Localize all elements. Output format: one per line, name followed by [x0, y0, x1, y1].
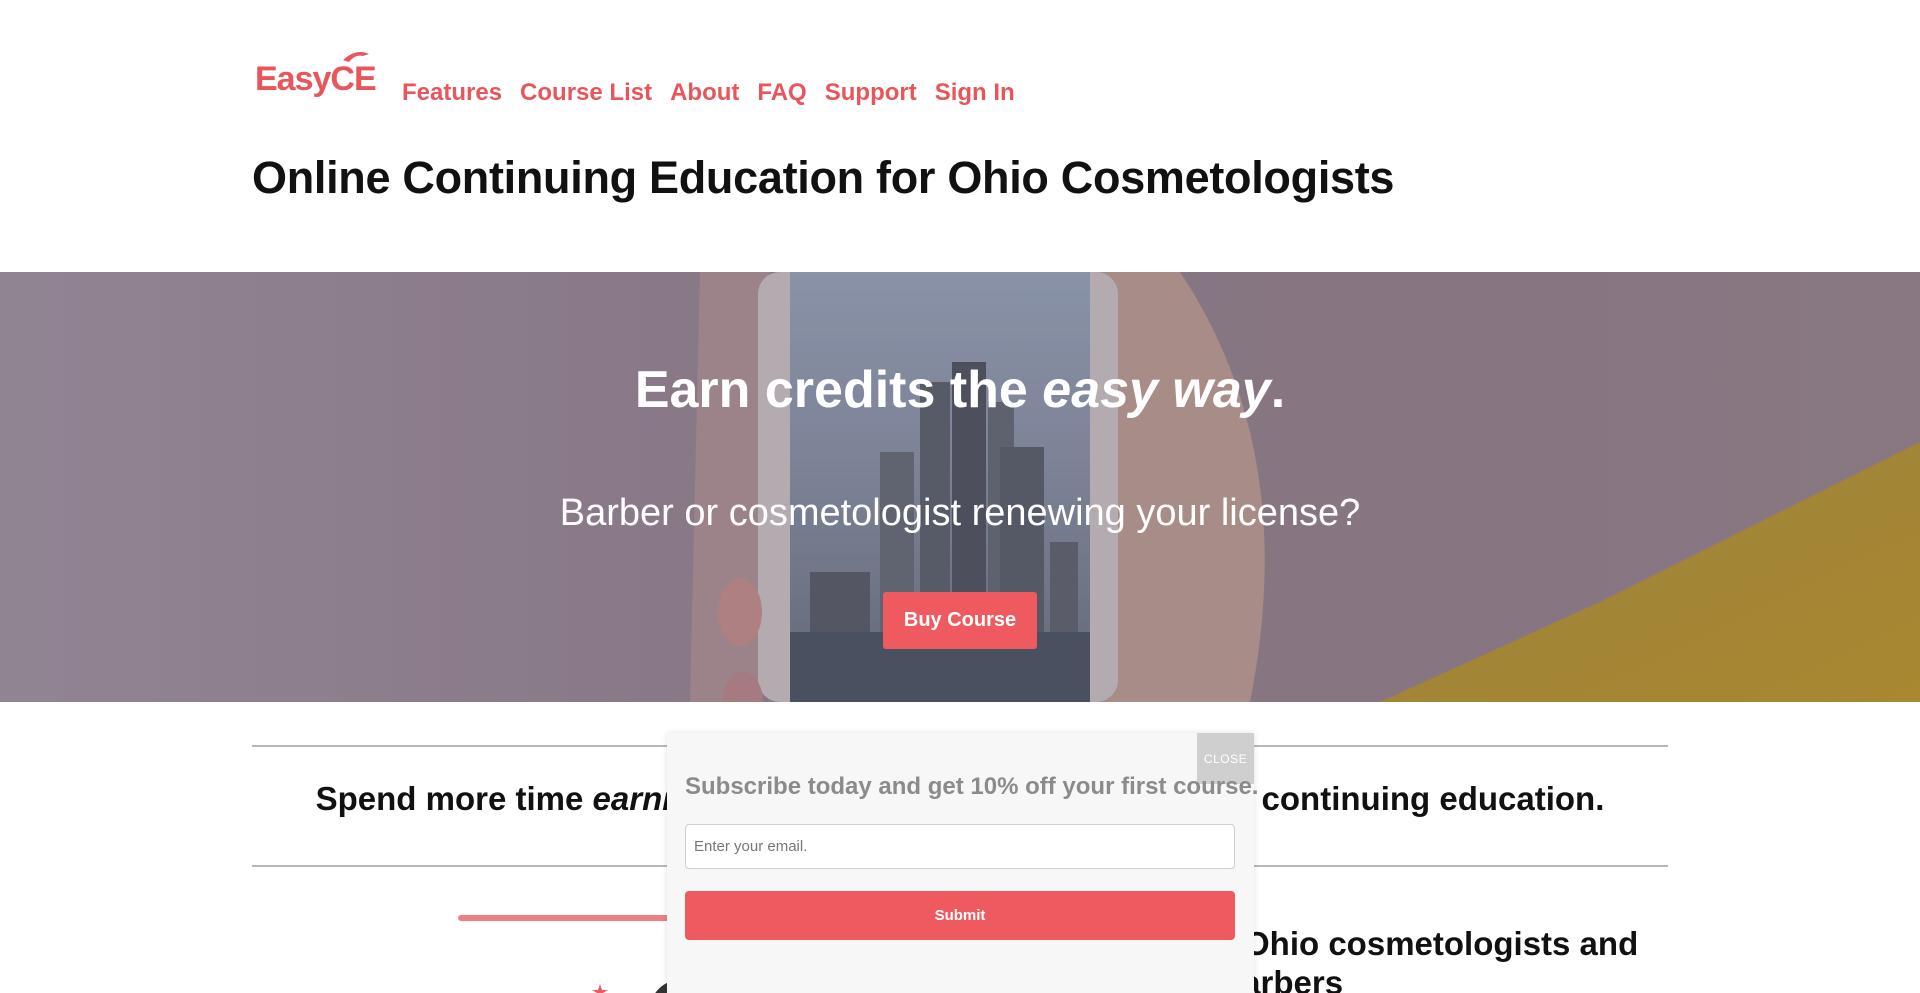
- nav-course-list[interactable]: Course List: [520, 78, 652, 108]
- graduation-cap-icon: [343, 52, 369, 62]
- site-header: EasyCE Features Course List About FAQ Su…: [0, 0, 1920, 272]
- nav-about[interactable]: About: [670, 78, 739, 108]
- nav-features[interactable]: Features: [402, 78, 502, 108]
- tagline-emphasis: earni: [592, 780, 672, 817]
- nav-sign-in[interactable]: Sign In: [935, 78, 1015, 108]
- hero-headline-emphasis: easy way: [1042, 361, 1271, 419]
- submit-button[interactable]: Submit: [685, 891, 1235, 940]
- hero-banner: Earn credits the easy way. Barber or cos…: [0, 272, 1920, 702]
- page-title: Online Continuing Education for Ohio Cos…: [252, 152, 1395, 203]
- popup-title: Subscribe today and get 10% off your fir…: [685, 773, 1259, 800]
- hero-headline-prefix: Earn credits the: [634, 361, 1043, 419]
- logo-text: EasyCE: [255, 60, 377, 98]
- section-heading: r Ohio cosmetologists and barbers: [1222, 925, 1639, 993]
- main-nav: Features Course List About FAQ Support S…: [402, 78, 1015, 108]
- nav-support[interactable]: Support: [825, 78, 917, 108]
- email-input[interactable]: [685, 824, 1235, 869]
- buy-course-button[interactable]: Buy Course: [883, 592, 1037, 649]
- hero-headline: Earn credits the easy way.: [0, 360, 1920, 420]
- hero-headline-suffix: .: [1270, 361, 1286, 419]
- tagline-prefix: Spend more time: [315, 780, 593, 817]
- subscribe-popup: CLOSE Subscribe today and get 10% off yo…: [667, 733, 1258, 993]
- tagline-suffix: t continuing education.: [1241, 780, 1605, 817]
- hero-subheadline: Barber or cosmetologist renewing your li…: [559, 492, 1361, 534]
- star-icon: [592, 984, 608, 993]
- easyce-logo[interactable]: EasyCE: [255, 50, 377, 96]
- nav-faq[interactable]: FAQ: [757, 78, 806, 108]
